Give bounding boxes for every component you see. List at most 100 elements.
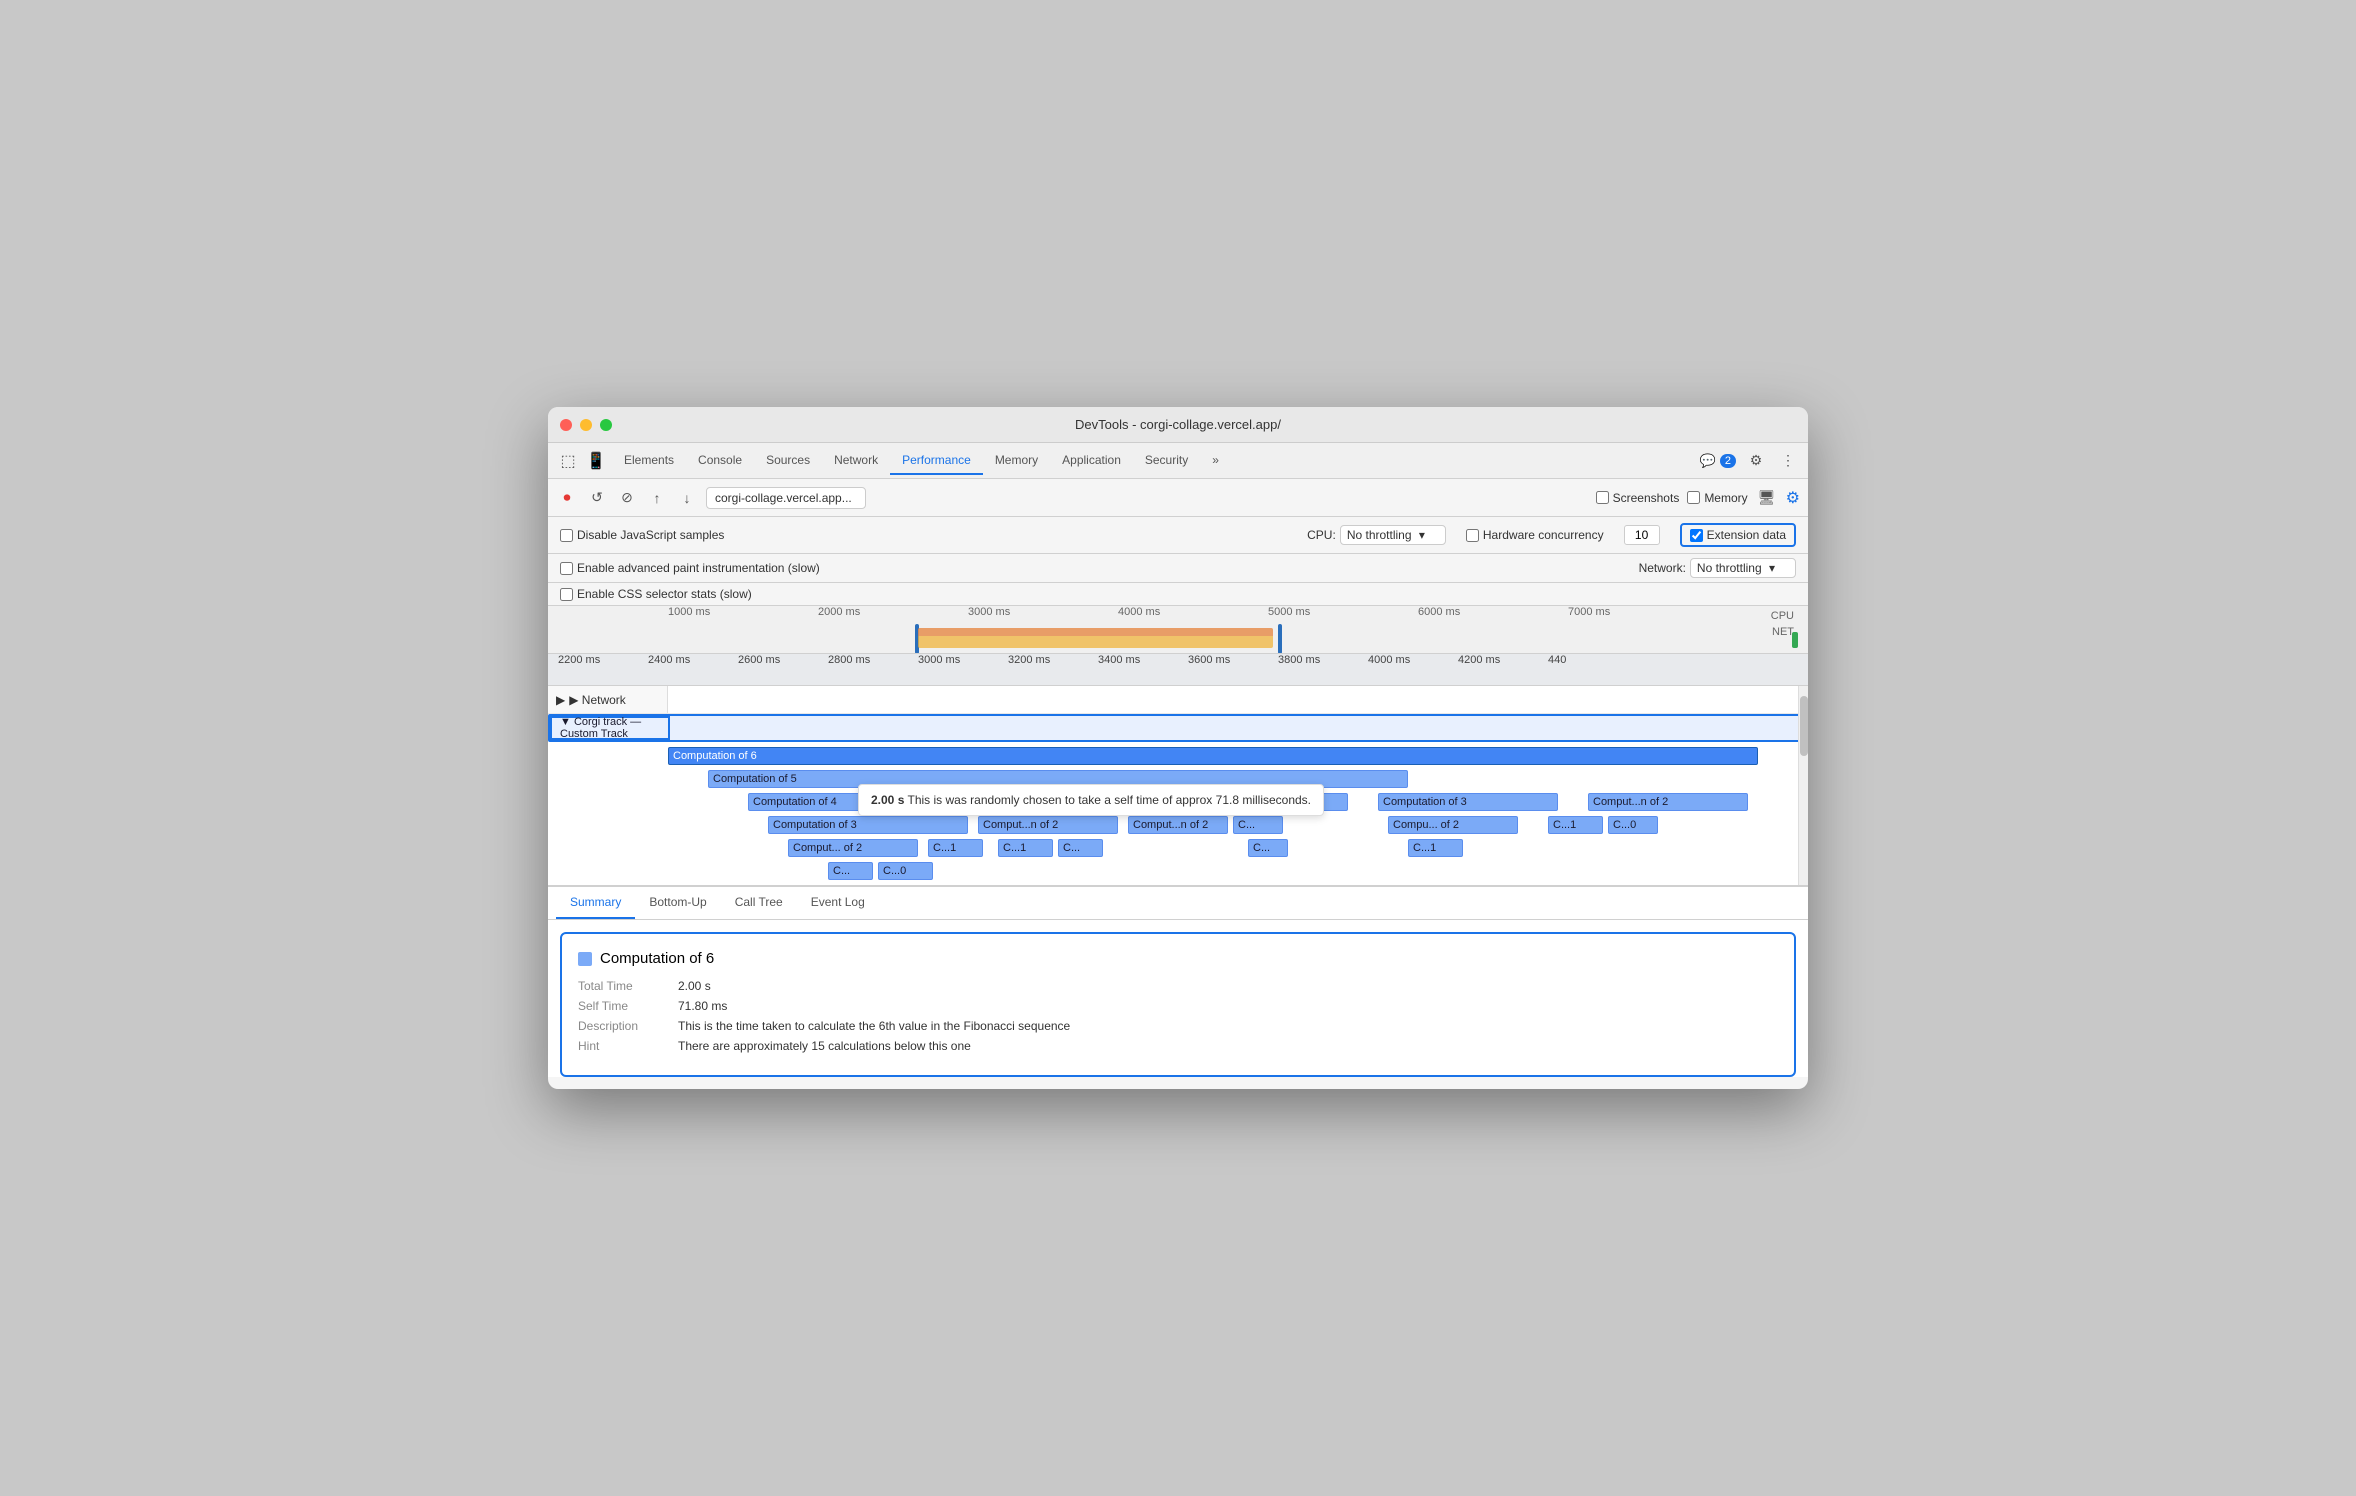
reload-button[interactable]: ↺ xyxy=(586,487,608,509)
summary-description-val: This is the time taken to calculate the … xyxy=(678,1019,1070,1033)
tab-memory[interactable]: Memory xyxy=(983,447,1050,475)
computation-of-3-entry-b[interactable]: Computation of 3 xyxy=(1378,793,1558,811)
c1-entry-d[interactable]: C...1 xyxy=(1408,839,1463,857)
upload-button[interactable]: ↑ xyxy=(646,487,668,509)
bottom-tab-call-tree[interactable]: Call Tree xyxy=(721,887,797,919)
tab-security[interactable]: Security xyxy=(1133,447,1200,475)
tab-application[interactable]: Application xyxy=(1050,447,1133,475)
ruler-2000: 2000 ms xyxy=(818,606,860,618)
rl-3600: 3600 ms xyxy=(1188,654,1230,666)
summary-entry-title: Computation of 6 xyxy=(600,950,714,967)
corgi-track-row: ▼ Corgi track — Custom Track xyxy=(548,714,1808,742)
corgi-track-text: ▼ Corgi track — Custom Track xyxy=(560,716,664,740)
download-button[interactable]: ↓ xyxy=(676,487,698,509)
close-button[interactable] xyxy=(560,419,572,431)
enable-css-checkbox[interactable] xyxy=(560,588,573,601)
bottom-tab-summary[interactable]: Summary xyxy=(556,887,635,919)
memory-checkbox[interactable] xyxy=(1687,491,1700,504)
c1-entry-c[interactable]: C...1 xyxy=(998,839,1053,857)
bottom-tab-bottom-up[interactable]: Bottom-Up xyxy=(635,887,720,919)
enable-paint-checkbox[interactable] xyxy=(560,562,573,575)
extension-data-checkbox[interactable] xyxy=(1690,529,1703,542)
summary-hint-row: Hint There are approximately 15 calculat… xyxy=(578,1039,1778,1053)
c0-entry-b[interactable]: C...0 xyxy=(878,862,933,880)
main-tabs: Elements Console Sources Network Perform… xyxy=(612,447,1696,475)
inspect-icon[interactable]: ⬚ xyxy=(556,449,580,473)
cpu-select-group: CPU: No throttling ▾ xyxy=(1307,525,1446,545)
comput-n-of-2-entry-c[interactable]: Comput...n of 2 xyxy=(1128,816,1228,834)
c1-entry-a[interactable]: C...1 xyxy=(1548,816,1603,834)
c-entry-d[interactable]: C... xyxy=(828,862,873,880)
hw-concurrency-checkbox[interactable] xyxy=(1466,529,1479,542)
settings-row-2: Enable advanced paint instrumentation (s… xyxy=(548,554,1808,583)
tab-performance[interactable]: Performance xyxy=(890,447,983,475)
network-throttle-select[interactable]: No throttling ▾ xyxy=(1690,558,1796,578)
device-icon[interactable]: 📱 xyxy=(584,449,608,473)
computation-of-6-entry[interactable]: Computation of 6 xyxy=(668,747,1758,765)
summary-total-time-row: Total Time 2.00 s xyxy=(578,979,1778,993)
enable-css-label[interactable]: Enable CSS selector stats (slow) xyxy=(560,587,752,601)
network-track-content[interactable] xyxy=(668,686,1808,714)
disable-js-checkbox[interactable] xyxy=(560,529,573,542)
summary-panel: Computation of 6 Total Time 2.00 s Self … xyxy=(560,932,1796,1077)
ruler-5000: 5000 ms xyxy=(1268,606,1310,618)
clear-button[interactable]: ⊘ xyxy=(616,487,638,509)
network-track-label[interactable]: ▶ ▶ Network xyxy=(548,686,668,713)
disable-js-checkbox-label[interactable]: Disable JavaScript samples xyxy=(560,528,724,542)
hw-concurrency-input[interactable] xyxy=(1624,525,1660,545)
summary-self-time-row: Self Time 71.80 ms xyxy=(578,999,1778,1013)
settings-gear-icon[interactable]: ⚙ xyxy=(1786,488,1800,508)
c0-entry-a[interactable]: C...0 xyxy=(1608,816,1658,834)
comput-of-2-entry-d[interactable]: Comput... of 2 xyxy=(788,839,918,857)
extension-data-box: Extension data xyxy=(1680,523,1796,547)
tab-sources[interactable]: Sources xyxy=(754,447,822,475)
computation-of-3-entry-c[interactable]: Computation of 3 xyxy=(768,816,968,834)
more-icon[interactable]: ⋮ xyxy=(1776,449,1800,473)
url-display: corgi-collage.vercel.app... xyxy=(706,487,866,509)
comput-n-of-2-entry[interactable]: Comput...n of 2 xyxy=(1588,793,1748,811)
summary-total-time-key: Total Time xyxy=(578,979,678,993)
tab-elements[interactable]: Elements xyxy=(612,447,686,475)
summary-title: Computation of 6 xyxy=(578,950,1778,967)
tab-console[interactable]: Console xyxy=(686,447,754,475)
compu-of-2-entry[interactable]: Compu... of 2 xyxy=(1388,816,1518,834)
comput-n-of-2-entry-b[interactable]: Comput...n of 2 xyxy=(978,816,1118,834)
screenshots-checkbox[interactable] xyxy=(1596,491,1609,504)
flame-chart-area: Computation of 6 Computation of 5 Comput… xyxy=(548,742,1808,885)
message-button[interactable]: 💬 2 xyxy=(1700,453,1736,469)
hw-concurrency-label[interactable]: Hardware concurrency xyxy=(1466,528,1604,542)
minimize-button[interactable] xyxy=(580,419,592,431)
settings-icon[interactable]: ⚙ xyxy=(1744,449,1768,473)
track-scrollbar[interactable] xyxy=(1798,686,1808,885)
memory-checkbox-label[interactable]: Memory xyxy=(1687,491,1747,505)
track-area: ▶ ▶ Network ▼ Corgi track — Custom Track… xyxy=(548,686,1808,885)
summary-description-row: Description This is the time taken to ca… xyxy=(578,1019,1778,1033)
tooltip-time: 2.00 s xyxy=(871,793,904,807)
c-entry-c[interactable]: C... xyxy=(1248,839,1288,857)
timeline-ruler-top[interactable]: 1000 ms 2000 ms 3000 ms 4000 ms 5000 ms … xyxy=(548,606,1808,654)
settings-row-3: Enable CSS selector stats (slow) xyxy=(548,583,1808,606)
enable-paint-label[interactable]: Enable advanced paint instrumentation (s… xyxy=(560,561,820,575)
net-label: NET xyxy=(1772,626,1794,638)
selection-handle-right[interactable] xyxy=(1278,624,1282,654)
c-entry-a[interactable]: C... xyxy=(1233,816,1283,834)
timeline-green-bar xyxy=(1792,632,1798,648)
flame-row-4: Computation of 3 Comput...n of 2 Comput.… xyxy=(548,814,1808,836)
record-button[interactable]: ⏺ xyxy=(556,487,578,509)
summary-color-box xyxy=(578,952,592,966)
scrollbar-thumb[interactable] xyxy=(1800,696,1808,756)
screenshots-checkbox-label[interactable]: Screenshots xyxy=(1596,491,1680,505)
ruler-6000: 6000 ms xyxy=(1418,606,1460,618)
corgi-track-header-content[interactable] xyxy=(670,714,1806,742)
tab-more[interactable]: » xyxy=(1200,447,1231,475)
c-entry-b[interactable]: C... xyxy=(1058,839,1103,857)
corgi-track-label[interactable]: ▼ Corgi track — Custom Track xyxy=(550,716,670,740)
bottom-tab-event-log[interactable]: Event Log xyxy=(797,887,879,919)
maximize-button[interactable] xyxy=(600,419,612,431)
cpu-network-icon[interactable]: 🖥 xyxy=(1756,487,1778,509)
rl-3000: 3000 ms xyxy=(918,654,960,666)
tab-network[interactable]: Network xyxy=(822,447,890,475)
c1-entry-b[interactable]: C...1 xyxy=(928,839,983,857)
cpu-throttle-select[interactable]: No throttling ▾ xyxy=(1340,525,1446,545)
bottom-tab-bar: Summary Bottom-Up Call Tree Event Log xyxy=(548,887,1808,920)
